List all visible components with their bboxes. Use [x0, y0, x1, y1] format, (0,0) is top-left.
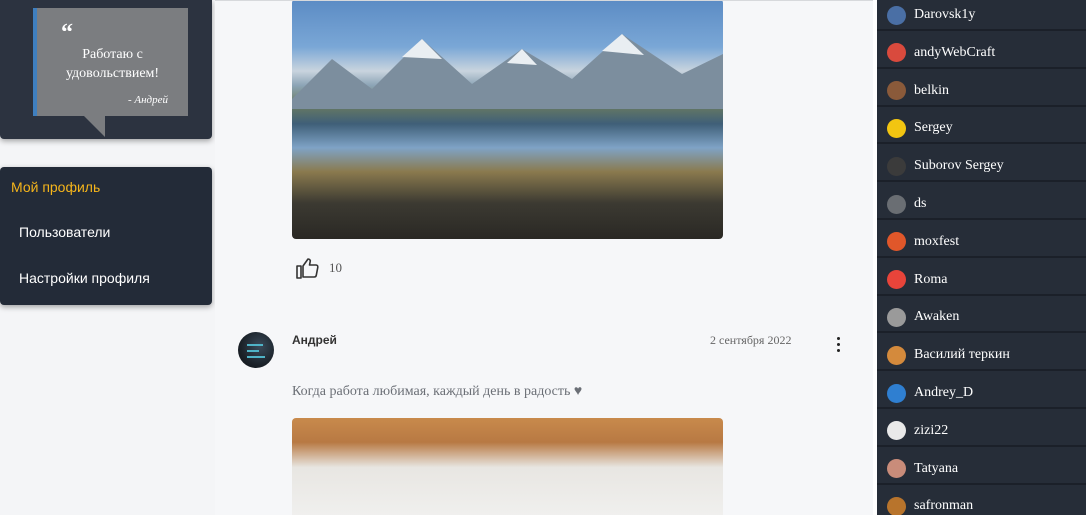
quote-bubble: “ Работаю с удовольствием! - Андрей	[33, 8, 188, 116]
menu-item-users[interactable]: Пользователи	[19, 224, 110, 240]
post-text-content: Когда работа любимая, каждый день в радо…	[292, 384, 571, 399]
online-user-item[interactable]: ds	[877, 190, 1086, 220]
user-name: ds	[914, 196, 927, 211]
post-author[interactable]: Андрей	[292, 333, 337, 347]
user-name: Awaken	[914, 309, 960, 325]
user-avatar	[887, 194, 906, 214]
user-name: Sergey	[914, 120, 953, 136]
user-avatar	[887, 383, 906, 403]
user-avatar	[887, 496, 906, 515]
online-user-item[interactable]: moxfest	[877, 228, 1086, 258]
user-avatar	[887, 118, 906, 138]
online-user-item[interactable]: Tatyana	[877, 455, 1086, 485]
online-user-item[interactable]: Sergey	[877, 114, 1086, 145]
user-name: zizi22	[914, 422, 949, 438]
user-avatar	[887, 421, 906, 441]
user-avatar	[887, 270, 906, 290]
online-user-item[interactable]: belkin	[877, 77, 1086, 107]
left-sidebar: “ Работаю с удовольствием! - Андрей Мой …	[0, 0, 215, 515]
online-user-item[interactable]: zizi22	[877, 417, 1086, 447]
user-name: Andrey_D	[914, 385, 974, 400]
mountain-peaks-graphic	[292, 34, 723, 109]
online-user-item[interactable]: Suborov Sergey	[877, 152, 1086, 183]
online-user-item[interactable]: safronman	[877, 492, 1086, 515]
user-name: Василий теркин	[914, 347, 1010, 363]
user-avatar	[887, 81, 906, 101]
profile-menu: Мой профиль Пользователи Настройки профи…	[0, 167, 212, 305]
avatar[interactable]	[238, 332, 274, 368]
user-avatar	[887, 345, 906, 365]
menu-item-profile-settings[interactable]: Настройки профиля	[19, 270, 150, 286]
user-name: Darovsk1y	[914, 7, 976, 22]
user-avatar	[887, 232, 906, 252]
user-avatar	[887, 459, 906, 479]
like-count: 10	[329, 260, 342, 275]
user-name: Roma	[914, 271, 948, 287]
user-avatar	[887, 307, 906, 327]
online-user-item[interactable]: Andrey_D	[877, 379, 1086, 409]
post-date: 2 сентября 2022	[710, 333, 792, 347]
more-options-icon[interactable]	[833, 337, 843, 355]
online-user-item[interactable]: Василий теркин	[877, 341, 1086, 372]
user-avatar	[887, 43, 906, 63]
quote-card: “ Работаю с удовольствием! - Андрей	[0, 0, 212, 139]
menu-title-my-profile[interactable]: Мой профиль	[11, 179, 100, 195]
user-avatar	[887, 156, 906, 176]
user-name: moxfest	[914, 233, 960, 249]
post-image-office[interactable]	[292, 418, 723, 515]
post-text: Когда работа любимая, каждый день в радо…	[292, 384, 582, 400]
online-user-item[interactable]: Darovsk1y	[877, 1, 1086, 31]
right-sidebar: Darovsk1y andyWebCraft belkin Sergey Suborov…	[873, 0, 1086, 515]
user-name: andyWebCraft	[914, 44, 996, 60]
post-image-mountain-lake[interactable]	[292, 1, 723, 239]
heart-icon: ♥	[573, 384, 583, 399]
user-name: Suborov Sergey	[914, 158, 1004, 174]
thumbs-up-icon[interactable]	[295, 257, 319, 279]
online-user-item[interactable]: andyWebCraft	[877, 39, 1086, 69]
quote-author: - Андрей	[127, 94, 168, 106]
feed: 10 Андрей 2 сентября 2022 Когда работа л…	[215, 0, 873, 515]
user-name: safronman	[914, 498, 974, 514]
quote-text: Работаю с удовольствием!	[65, 47, 160, 81]
user-avatar	[887, 5, 906, 25]
quote-tail	[84, 116, 105, 137]
user-name: belkin	[914, 82, 949, 98]
user-name: Tatyana	[914, 460, 959, 476]
quote-mark-icon: “	[61, 20, 73, 46]
online-user-item[interactable]: Awaken	[877, 303, 1086, 334]
online-user-item[interactable]: Roma	[877, 266, 1086, 296]
like-row: 10	[295, 257, 342, 279]
online-users-list: Darovsk1y andyWebCraft belkin Sergey Suborov…	[877, 0, 1086, 515]
